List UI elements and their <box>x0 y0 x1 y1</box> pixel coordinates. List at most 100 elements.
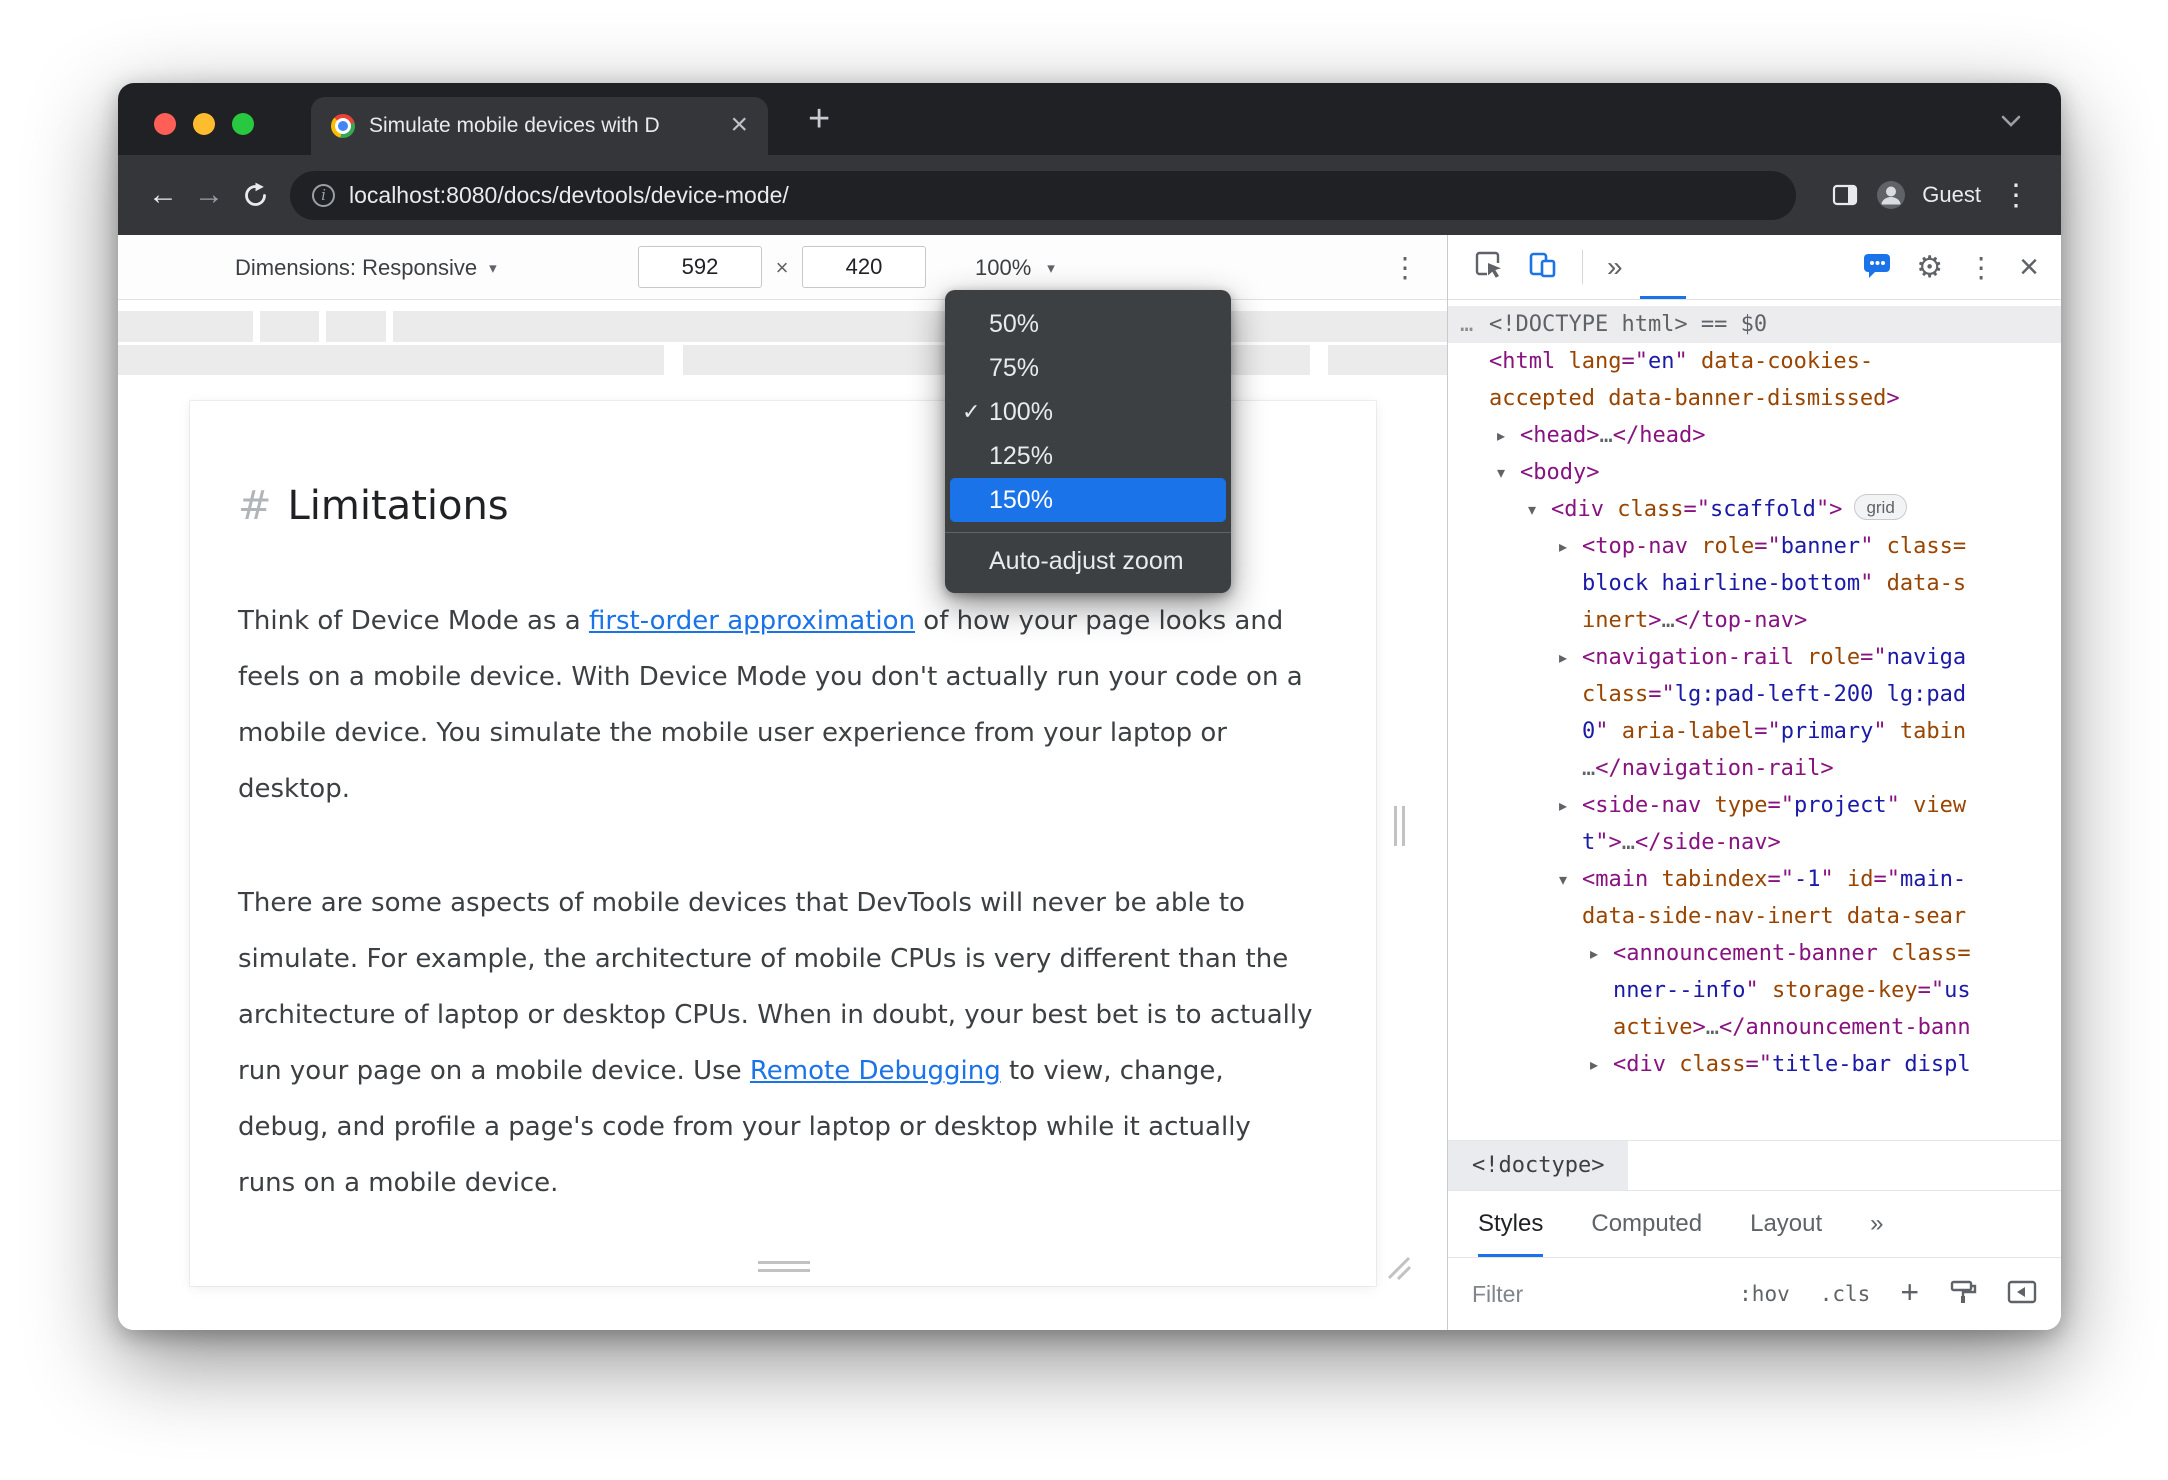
ruler-strip-top <box>118 311 1447 342</box>
dom-tree-line[interactable]: 0" aria-label="primary" tabin <box>1448 713 2061 750</box>
collapse-arrow-icon[interactable]: ▾ <box>1559 861 1567 898</box>
width-input[interactable]: 592 <box>638 246 762 288</box>
rendering-emulations-icon[interactable] <box>1949 1278 1977 1311</box>
tab-search-chevron-icon[interactable] <box>1999 113 2023 134</box>
syntax-token: <body> <box>1520 460 1600 485</box>
syntax-token: =" <box>1917 978 1945 1003</box>
pseudo-state-toggle[interactable]: :hov <box>1739 1282 1790 1306</box>
dom-tree-line[interactable]: class="lg:pad-left-200 lg:pad <box>1448 676 2061 713</box>
more-panels-chevrons[interactable]: » <box>1607 251 1623 283</box>
syntax-token: <side-nav <box>1582 793 1702 818</box>
syntax-token: tabin <box>1886 719 1967 744</box>
expand-arrow-icon[interactable]: ▸ <box>1559 787 1567 824</box>
expand-arrow-icon[interactable]: ▸ <box>1497 417 1505 454</box>
dom-tree-line[interactable]: <html lang="en" data-cookies- <box>1448 343 2061 380</box>
zoom-menu-option[interactable]: 125% <box>950 434 1226 478</box>
syntax-token: " <box>1860 534 1874 559</box>
heading-anchor-hash[interactable]: # <box>238 483 272 529</box>
syntax-token: =" <box>1621 349 1648 374</box>
grid-badge[interactable]: grid <box>1854 494 1907 520</box>
dom-tree-line[interactable]: ▸ <div class="title-bar displ <box>1448 1046 2061 1083</box>
feedback-bubble-icon[interactable] <box>1862 250 1892 285</box>
inline-link[interactable]: first-order approximation <box>589 606 915 636</box>
dom-tree-line[interactable]: ▸ <top-nav role="banner" class= <box>1448 528 2061 565</box>
collapse-arrow-icon[interactable]: ▾ <box>1497 454 1505 491</box>
new-tab-button[interactable]: + <box>808 98 830 141</box>
zoom-menu-option[interactable]: 50% <box>950 302 1226 346</box>
dom-tree-line[interactable]: block hairline-bottom" data-s <box>1448 565 2061 602</box>
dom-tree-line[interactable]: active>…</announcement-bann <box>1448 1009 2061 1046</box>
expand-arrow-icon[interactable]: ▸ <box>1590 935 1598 972</box>
tab-styles[interactable]: Styles <box>1478 1191 1543 1257</box>
dom-tree-line[interactable]: …</navigation-rail> <box>1448 750 2061 787</box>
browser-tab[interactable]: Simulate mobile devices with D × <box>311 97 768 155</box>
active-panel-underline <box>1640 296 1686 299</box>
expand-arrow-icon[interactable]: ▸ <box>1559 639 1567 676</box>
url-text[interactable]: localhost:8080/docs/devtools/device-mode… <box>349 182 789 209</box>
site-info-icon[interactable]: i <box>312 183 335 207</box>
tab-computed[interactable]: Computed <box>1591 1191 1702 1257</box>
devtools-toolbar: » ⚙ ⋮ × <box>1448 235 2061 300</box>
dom-tree-line[interactable]: … <!DOCTYPE html> == $0 <box>1448 306 2061 343</box>
corner-resize-handle[interactable] <box>1385 1254 1412 1285</box>
syntax-token: data-banner-dismissed <box>1594 386 1887 411</box>
dom-tree-line[interactable]: t">…</side-nav> <box>1448 824 2061 861</box>
dom-tree-line[interactable]: inert>…</top-nav> <box>1448 602 2061 639</box>
dom-tree-line[interactable]: nner--info" storage-key="us <box>1448 972 2061 1009</box>
settings-gear-icon[interactable]: ⚙ <box>1916 250 1943 285</box>
right-resize-handle[interactable] <box>1394 806 1405 846</box>
devtools-close-icon[interactable]: × <box>2019 250 2039 284</box>
syntax-token: lg:pad-left-200 lg:pad <box>1674 682 1967 707</box>
devtools-menu-kebab-icon[interactable]: ⋮ <box>1967 251 1995 284</box>
inspect-element-icon[interactable] <box>1474 250 1504 285</box>
guest-avatar[interactable] <box>1868 172 1914 218</box>
tab-close-icon[interactable]: × <box>730 109 748 140</box>
breadcrumb-doctype[interactable]: <!doctype> <box>1448 1141 1629 1190</box>
forward-button[interactable]: → <box>186 172 232 218</box>
inline-link[interactable]: Remote Debugging <box>750 1056 1001 1086</box>
side-panel-icon[interactable] <box>1822 172 1868 218</box>
bottom-resize-handle[interactable] <box>758 1261 810 1272</box>
device-toolbar-kebab-icon[interactable]: ⋮ <box>1391 235 1419 300</box>
browser-menu-kebab-icon[interactable]: ⋮ <box>1993 172 2039 218</box>
syntax-token: </head> <box>1612 423 1706 448</box>
syntax-token: … <box>1599 423 1613 448</box>
zoom-window-button[interactable] <box>232 113 254 135</box>
class-toggle[interactable]: .cls <box>1820 1282 1871 1306</box>
new-style-rule-button[interactable]: + <box>1900 1276 1919 1308</box>
device-toolbar-toggle-icon[interactable] <box>1528 250 1558 285</box>
close-window-button[interactable] <box>154 113 176 135</box>
dom-tree-line[interactable]: ▾ <main tabindex="-1" id="main- <box>1448 861 2061 898</box>
syntax-token: naviga <box>1886 645 1967 670</box>
dom-tree-line[interactable]: data-side-nav-inert data-sear <box>1448 898 2061 935</box>
expand-arrow-icon[interactable]: ▸ <box>1590 1046 1598 1083</box>
zoom-menu-option[interactable]: 150% <box>950 478 1226 522</box>
reload-button[interactable] <box>232 172 278 218</box>
dom-tree-line[interactable]: ▾ <div class="scaffold"> grid <box>1448 491 2061 528</box>
zoom-menu-option[interactable]: 75% <box>950 346 1226 390</box>
dom-tree-line[interactable]: ▸ <announcement-banner class= <box>1448 935 2061 972</box>
syntax-token: </announcement-bann <box>1718 1015 1971 1040</box>
dom-tree-line[interactable]: ▾ <body> <box>1448 454 2061 491</box>
expand-arrow-icon[interactable]: ▸ <box>1559 528 1567 565</box>
auto-adjust-zoom-option[interactable]: Auto-adjust zoom <box>950 539 1226 583</box>
dom-tree-line[interactable]: ▸ <head>…</head> <box>1448 417 2061 454</box>
zoom-menu-option[interactable]: ✓ 100% <box>950 390 1226 434</box>
back-button[interactable]: ← <box>140 172 186 218</box>
syntax-token: <navigation-rail <box>1582 645 1794 670</box>
syntax-token: <announcement-banner <box>1613 941 1878 966</box>
address-bar[interactable]: i localhost:8080/docs/devtools/device-mo… <box>290 170 1797 220</box>
ruler-gap <box>1310 345 1328 375</box>
height-input[interactable]: 420 <box>802 246 926 288</box>
tab-layout[interactable]: Layout <box>1750 1191 1822 1257</box>
computed-sidebar-toggle-icon[interactable] <box>2007 1279 2037 1310</box>
minimize-window-button[interactable] <box>193 113 215 135</box>
filter-input[interactable]: Filter <box>1472 1281 1523 1308</box>
dimensions-dropdown[interactable]: Dimensions: Responsive ▾ <box>235 235 497 300</box>
dom-tree-line[interactable]: accepted data-banner-dismissed> <box>1448 380 2061 417</box>
dom-tree-line[interactable]: ▸ <side-nav type="project" view <box>1448 787 2061 824</box>
dom-tree-line[interactable]: ▸ <navigation-rail role="naviga <box>1448 639 2061 676</box>
syntax-token: =" <box>1648 682 1675 707</box>
tab-overflow-chevrons[interactable]: » <box>1870 1191 1883 1257</box>
collapse-arrow-icon[interactable]: ▾ <box>1528 491 1536 528</box>
